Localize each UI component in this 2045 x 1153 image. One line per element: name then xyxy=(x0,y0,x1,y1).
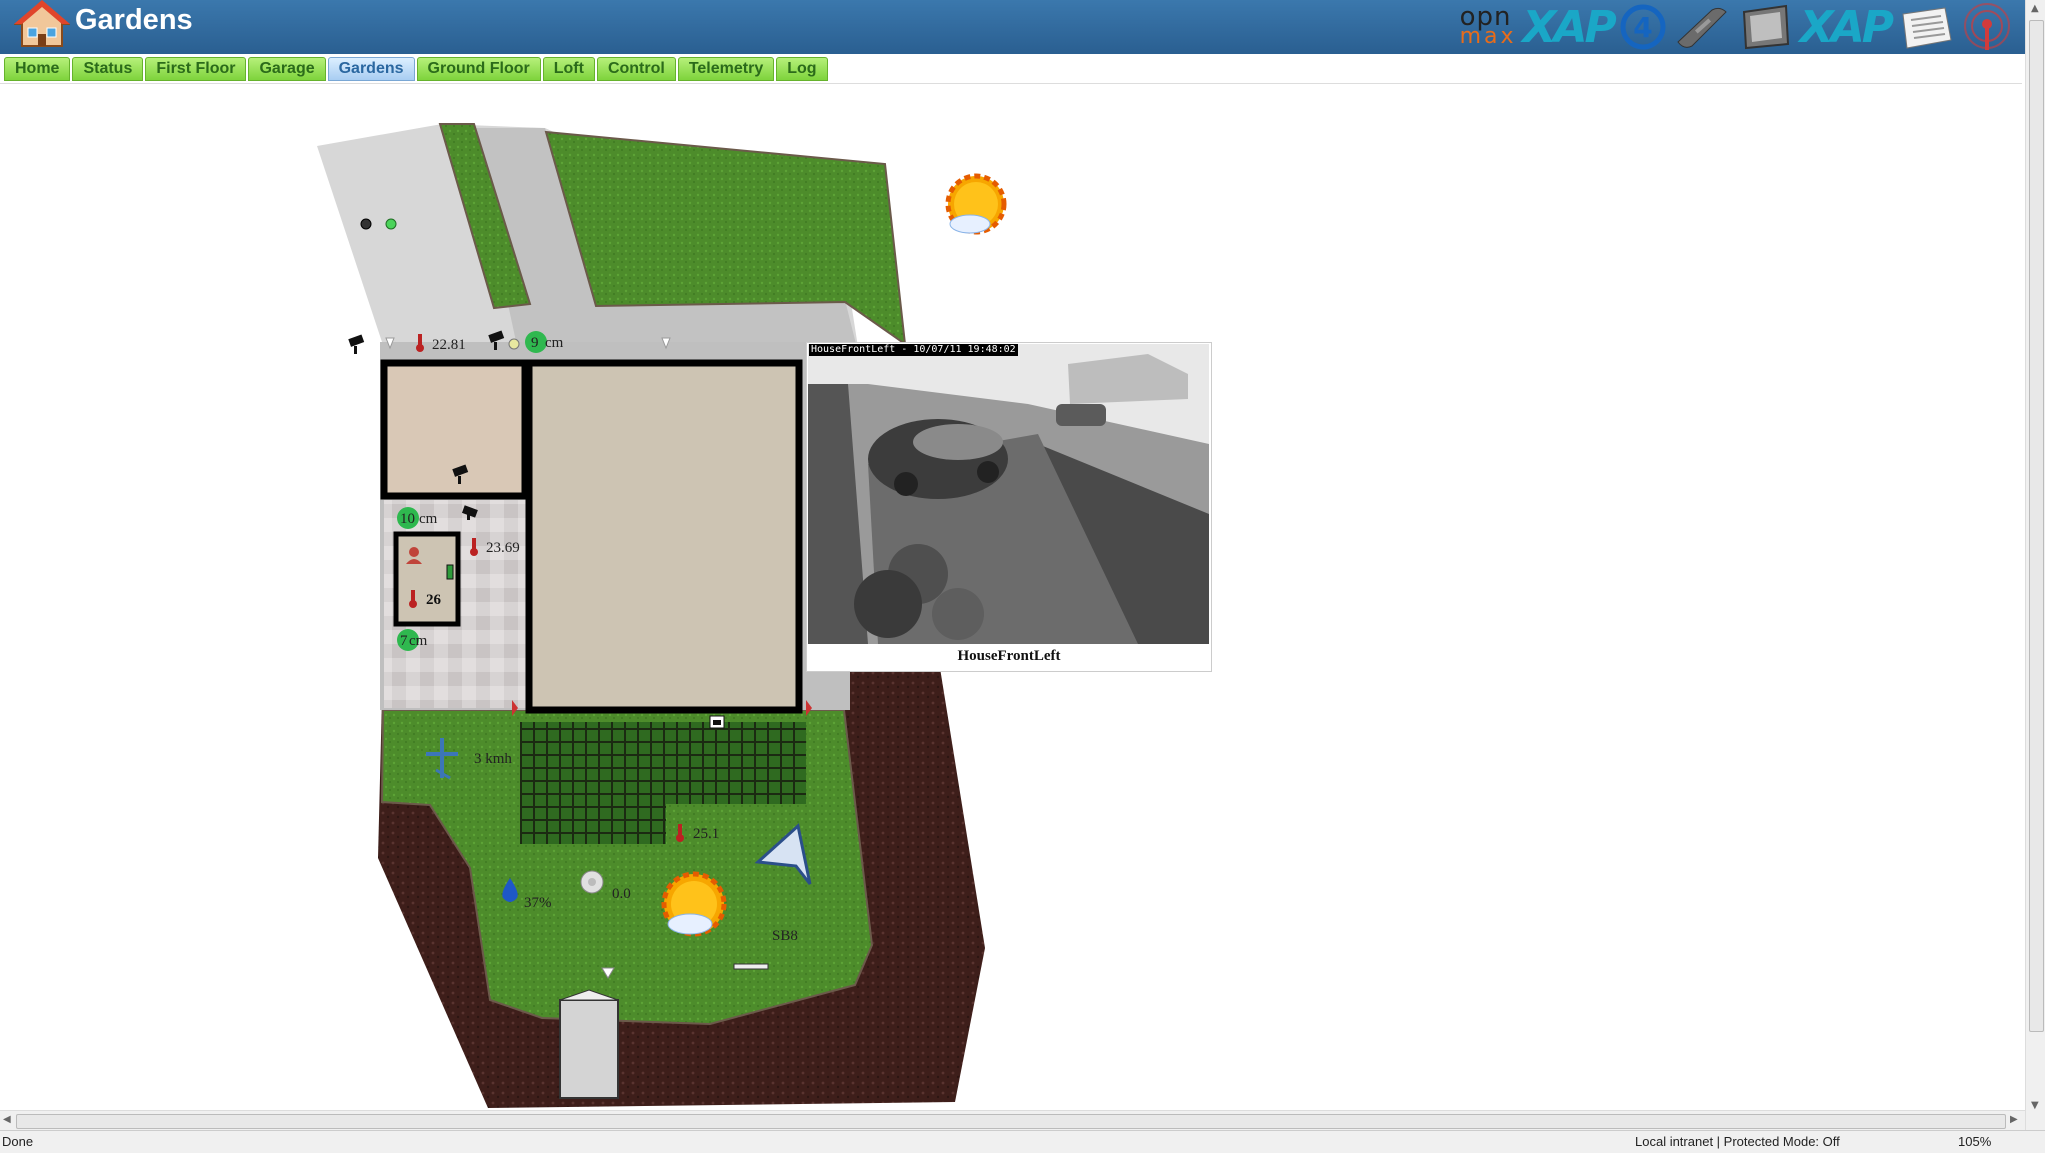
house-main xyxy=(525,359,803,714)
camera-icon[interactable] xyxy=(709,715,725,729)
security-zone[interactable]: Local intranet | Protected Mode: Off xyxy=(1635,1134,1840,1149)
camera-timestamp: HouseFrontLeft - 10/07/11 19:48:02 xyxy=(809,344,1018,356)
scroll-left-icon[interactable]: ◀ xyxy=(3,1114,11,1125)
camera-caption: HouseFrontLeft xyxy=(957,648,1061,664)
level-side-bottom-unit: cm xyxy=(409,633,428,649)
camera-image[interactable]: HouseFrontLeft - 10/07/11 19:48:02 xyxy=(808,344,1209,644)
level-side-bottom-value: 7 xyxy=(400,633,408,649)
vertical-scrollbar[interactable]: ▲ ▼ xyxy=(2025,0,2045,1130)
temp-room-label: 26 xyxy=(426,592,442,608)
temp-front-label: 22.81 xyxy=(432,337,466,353)
camera-popup[interactable]: HouseFrontLeft - 10/07/11 19:48:02 House… xyxy=(806,342,1212,672)
horizontal-scroll-thumb[interactable] xyxy=(16,1114,2006,1129)
weather-sun-cloud-icon[interactable] xyxy=(945,173,1007,235)
rain-gauge-icon xyxy=(580,870,604,894)
scroll-right-icon[interactable]: ▶ xyxy=(2010,1114,2018,1125)
vegetable-bed-left xyxy=(520,722,666,844)
horizontal-scrollbar[interactable]: ◀ ▶ xyxy=(0,1110,2025,1131)
lamp-icon[interactable] xyxy=(508,338,520,350)
vegetable-bed-right xyxy=(666,722,806,804)
level-side-top-unit: cm xyxy=(419,511,438,527)
rain-label: 0.0 xyxy=(612,886,631,902)
scroll-up-icon[interactable]: ▲ xyxy=(2031,3,2039,14)
level-side-top-value: 10 xyxy=(400,511,415,527)
humidity-label: 37% xyxy=(524,895,552,911)
garden-shed xyxy=(559,999,619,1099)
status-bar: Done Local intranet | Protected Mode: Of… xyxy=(0,1130,2045,1153)
status-text: Done xyxy=(2,1134,34,1149)
level-front-unit: cm xyxy=(545,335,564,351)
wind-speed-label: 3 kmh xyxy=(474,751,512,767)
vertical-scroll-thumb[interactable] xyxy=(2029,20,2044,1032)
sensor-bar-icon xyxy=(733,963,769,970)
zoom-level[interactable]: 105% xyxy=(1958,1134,1991,1149)
level-front-value: 9 xyxy=(531,335,539,351)
house-room-small xyxy=(380,359,529,500)
weather-sun-cloud-icon[interactable] xyxy=(661,871,727,937)
temp-side-label: 23.69 xyxy=(486,540,520,556)
door-indicator xyxy=(446,564,454,580)
sensor-dot-green[interactable] xyxy=(385,218,397,230)
camera-frame xyxy=(808,344,1209,644)
sensor-dot-dark[interactable] xyxy=(360,218,372,230)
camera-icon[interactable] xyxy=(348,334,365,354)
scroll-down-icon[interactable]: ▼ xyxy=(2031,1100,2039,1111)
temp-garden-label: 25.1 xyxy=(693,826,719,842)
station-label: SB8 xyxy=(772,928,798,944)
